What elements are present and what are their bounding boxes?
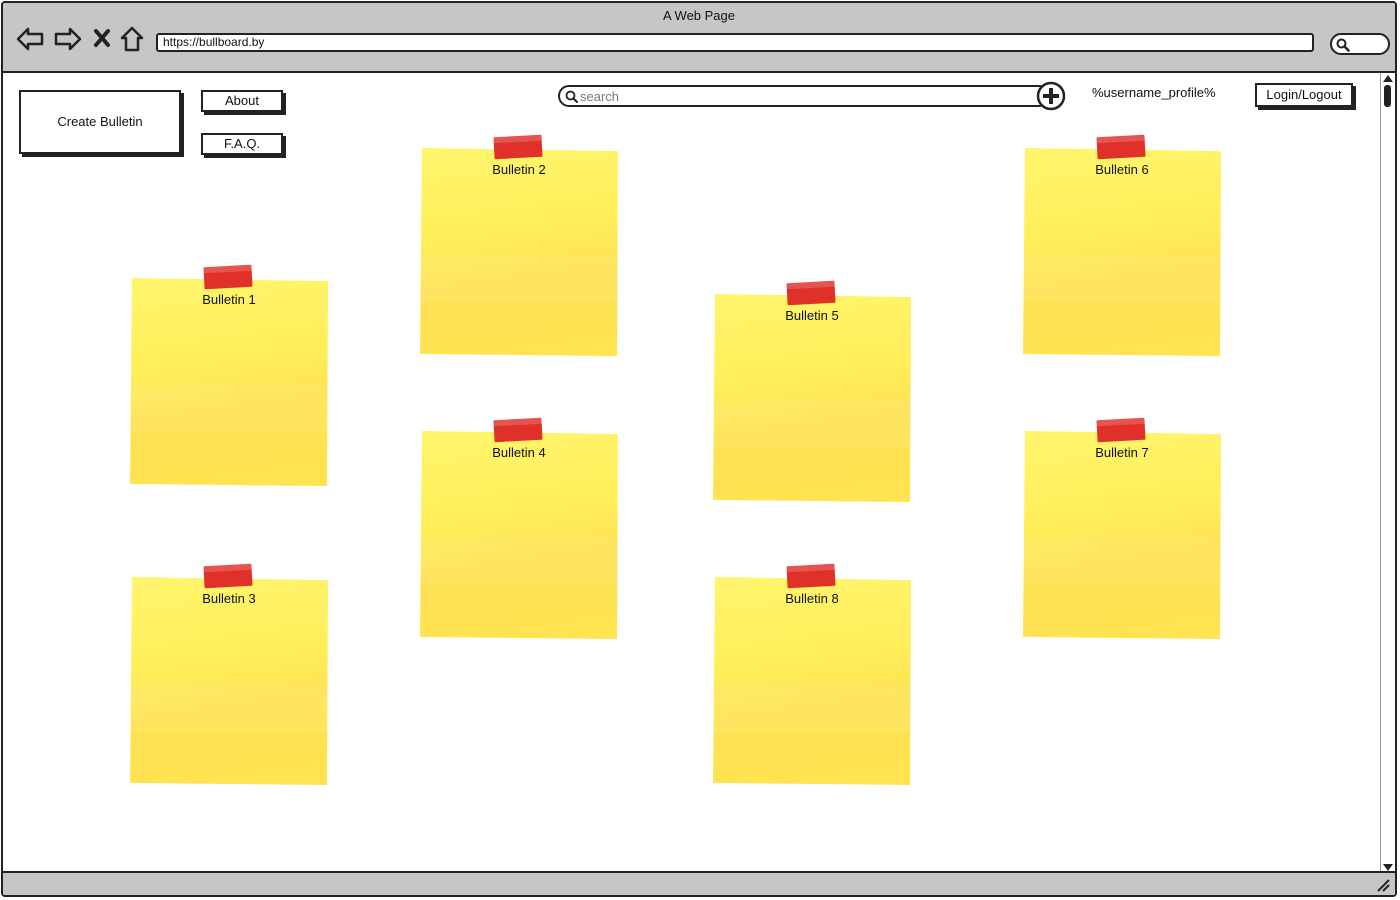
resize-grip-icon[interactable] [1375,877,1391,893]
bulletin-title: Bulletin 4 [492,445,546,460]
note-paper [713,577,911,785]
back-icon[interactable] [15,25,45,53]
about-button[interactable]: About [201,90,283,112]
login-logout-button[interactable]: Login/Logout [1255,83,1353,107]
bulletin-title: Bulletin 1 [202,292,256,307]
search-icon [1336,38,1350,52]
search-box [558,85,1050,107]
add-icon[interactable] [1036,81,1066,111]
bulletin-note[interactable]: Bulletin 8 [713,563,911,785]
window-title: A Web Page [662,8,736,23]
tape-icon [203,563,253,589]
status-bar [3,871,1395,895]
note-paper [713,294,911,502]
bulletin-title: Bulletin 5 [785,308,839,323]
address-bar[interactable]: https://bullboard.by [156,33,1314,52]
tape-icon [786,280,836,306]
username-profile-link[interactable]: %username_profile% [1092,85,1216,100]
browser-search-field[interactable] [1330,33,1390,55]
bulletin-note[interactable]: Bulletin 3 [130,563,328,785]
scroll-thumb[interactable] [1384,85,1391,107]
bulletin-note[interactable]: Bulletin 1 [130,264,328,486]
bulletin-note[interactable]: Bulletin 5 [713,280,911,502]
tape-icon [1096,134,1146,160]
tape-icon [493,417,543,443]
bulletin-note[interactable]: Bulletin 7 [1023,417,1221,639]
create-bulletin-button[interactable]: Create Bulletin [19,90,181,154]
tape-icon [493,134,543,160]
bulletin-title: Bulletin 2 [492,162,546,177]
note-paper [420,148,618,356]
bulletin-note[interactable]: Bulletin 2 [420,134,618,356]
note-paper [1023,431,1221,639]
note-paper [130,577,328,785]
stop-icon[interactable] [91,25,121,53]
page-content: Create Bulletin About F.A.Q. %username_p… [3,73,1385,873]
tape-icon [1096,417,1146,443]
note-paper [130,278,328,486]
search-icon [565,90,578,103]
browser-titlebar: A Web Page https://bullboard.by [3,3,1395,73]
bulletin-title: Bulletin 6 [1095,162,1149,177]
browser-window: A Web Page https://bullboard.by Create B… [1,1,1397,897]
vertical-scrollbar[interactable] [1380,73,1395,873]
search-input[interactable] [580,88,1020,104]
bulletin-title: Bulletin 8 [785,591,839,606]
note-paper [1023,148,1221,356]
bulletin-title: Bulletin 7 [1095,445,1149,460]
scroll-up-arrow-icon[interactable] [1383,75,1393,82]
note-paper [420,431,618,639]
forward-icon[interactable] [53,25,83,53]
bulletin-title: Bulletin 3 [202,591,256,606]
tape-icon [203,264,253,290]
faq-button[interactable]: F.A.Q. [201,133,283,155]
tape-icon [786,563,836,589]
home-icon[interactable] [118,25,148,53]
scroll-down-arrow-icon[interactable] [1383,864,1393,871]
bulletin-note[interactable]: Bulletin 6 [1023,134,1221,356]
bulletin-note[interactable]: Bulletin 4 [420,417,618,639]
